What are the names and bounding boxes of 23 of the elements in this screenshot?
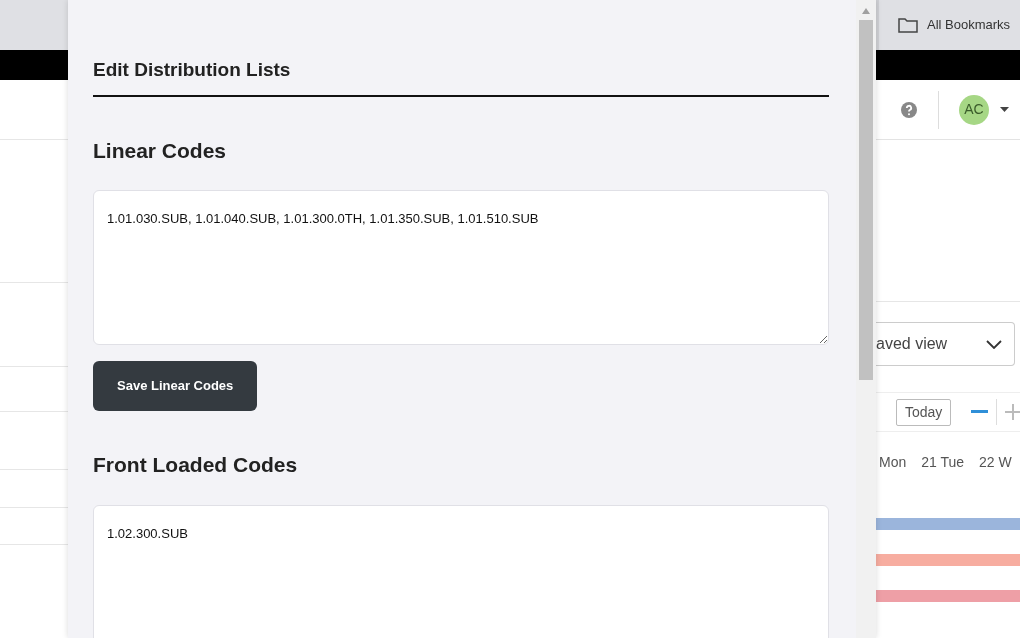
bookmarks-link[interactable]: All Bookmarks — [927, 15, 1011, 35]
chevron-down-icon — [986, 339, 1002, 349]
input-field[interactable]: 1.01.030.SUB, 1.01.040.SUB, 1.01.300.0TH, 1.01.350.SUB, 1.01.510.SUB — [93, 190, 829, 345]
input-field[interactable]: 1.02.300.SUB — [93, 504, 829, 638]
scrollbar-thumb[interactable] — [859, 20, 873, 380]
dialog-title: Edit Distribution Lists — [93, 56, 829, 97]
today-button[interactable]: Today — [896, 398, 952, 426]
section-heading: Front Loaded Codes — [93, 452, 299, 478]
browser-toolbar — [0, 0, 68, 50]
save-button[interactable]: Save Linear Codes — [93, 361, 258, 411]
caret-icon[interactable] — [1000, 107, 1009, 112]
help-icon[interactable] — [901, 101, 917, 118]
scroll-up-icon[interactable] — [862, 8, 870, 14]
view-dropdown[interactable]: aved view — [876, 322, 1015, 366]
app-top-bar — [0, 50, 68, 80]
avatar[interactable]: AC — [959, 94, 989, 125]
zoom-in-icon[interactable] — [1005, 404, 1020, 420]
day-label: 22 W — [979, 453, 1012, 472]
zoom-out-icon[interactable] — [971, 410, 989, 414]
day-label: 21 Tue — [921, 453, 965, 472]
folder-icon — [898, 17, 918, 33]
day-label: Mon — [879, 453, 907, 472]
section-heading: Linear Codes — [93, 137, 228, 164]
